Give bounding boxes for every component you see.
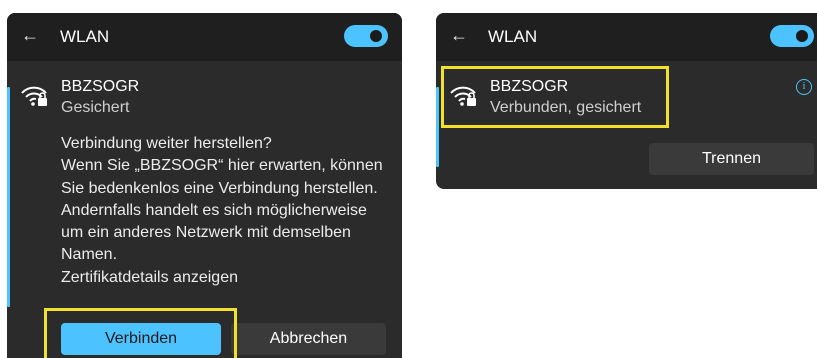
highlight-box (441, 66, 669, 128)
wlan-connected-panel: ← WLAN BBZSOGR Verbunden, gesichert i Tr… (436, 13, 817, 189)
panel-header: ← WLAN (7, 13, 402, 61)
prompt-line: Verbindung weiter herstellen? (61, 135, 272, 152)
certificate-details-link[interactable]: Zertifikatdetails anzeigen (61, 267, 391, 289)
prompt-line: Wenn Sie „BBZSOGR“ hier erwarten, können (61, 157, 383, 175)
prompt-line: Namen. (61, 246, 118, 264)
wlan-connect-panel: ← WLAN BBZSOGR Gesichert Verbindung weit… (7, 13, 402, 358)
prompt-line: um ein anderes Netzwerk mit demselben (61, 224, 351, 242)
panel-title: WLAN (488, 27, 538, 46)
highlight-box (44, 308, 237, 358)
selection-accent-bar (7, 87, 10, 307)
prompt-line: Andernfalls handelt es sich möglicherwei… (61, 201, 367, 219)
toggle-knob (796, 30, 808, 42)
back-arrow-icon[interactable]: ← (21, 25, 39, 46)
toggle-knob (370, 30, 382, 42)
selection-accent-bar (436, 87, 439, 167)
connection-prompt: Verbindung weiter herstellen? Wenn Sie „… (61, 133, 391, 289)
panel-header: ← WLAN (436, 13, 817, 61)
back-arrow-icon[interactable]: ← (450, 25, 468, 46)
disconnect-button[interactable]: Trennen (649, 143, 814, 175)
prompt-line: Sie bedenkenlos eine Verbindung herstell… (61, 179, 378, 197)
panel-title: WLAN (60, 27, 110, 46)
network-status: Gesichert (61, 99, 130, 116)
cancel-button[interactable]: Abbrechen (231, 323, 386, 355)
network-name: BBZSOGR (61, 78, 140, 95)
wifi-secured-icon (21, 86, 47, 106)
wlan-toggle[interactable] (344, 25, 388, 47)
info-icon[interactable]: i (796, 79, 812, 95)
wlan-toggle[interactable] (770, 25, 814, 47)
